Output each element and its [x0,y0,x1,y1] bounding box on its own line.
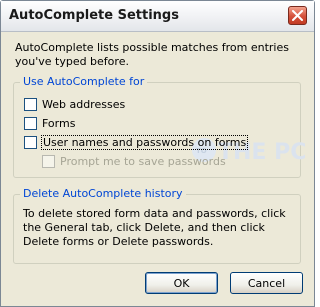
ok-button-label: OK [173,276,190,290]
user-names-passwords-checkbox[interactable] [24,135,37,149]
ok-button[interactable]: OK [145,272,218,294]
close-icon [292,10,303,21]
forms-checkbox[interactable] [24,116,37,130]
delete-history-group: Delete AutoComplete history To delete st… [13,187,301,264]
autocomplete-settings-dialog: AutoComplete Settings AutoComplete lists… [0,0,315,307]
delete-history-legend: Delete AutoComplete history [20,187,186,200]
use-autocomplete-legend: Use AutoComplete for [20,75,148,88]
web-addresses-checkbox[interactable] [24,97,37,111]
forms-label[interactable]: Forms [42,117,75,130]
window-title: AutoComplete Settings [9,8,179,23]
delete-history-text: To delete stored form data and passwords… [23,207,286,248]
web-addresses-label[interactable]: Web addresses [42,98,125,111]
close-button[interactable] [288,6,307,25]
checkbox-row-user-names-passwords[interactable]: User names and passwords on forms [24,134,249,150]
cancel-button[interactable]: Cancel [230,272,303,294]
title-bar[interactable]: AutoComplete Settings [1,1,314,32]
user-names-passwords-label[interactable]: User names and passwords on forms [40,134,249,150]
prompt-save-passwords-label: Prompt me to save passwords [60,154,226,168]
intro-text: AutoComplete lists possible matches from… [15,41,289,68]
use-autocomplete-group: Use AutoComplete for TO THE PC Web addre… [13,75,306,178]
checkbox-row-forms[interactable]: Forms [24,115,75,131]
checkbox-row-web-addresses[interactable]: Web addresses [24,96,125,112]
dialog-body: AutoComplete lists possible matches from… [4,32,311,303]
cancel-button-label: Cancel [247,276,286,290]
checkbox-row-prompt-save-passwords: Prompt me to save passwords [42,153,226,169]
prompt-save-passwords-checkbox [42,154,55,168]
